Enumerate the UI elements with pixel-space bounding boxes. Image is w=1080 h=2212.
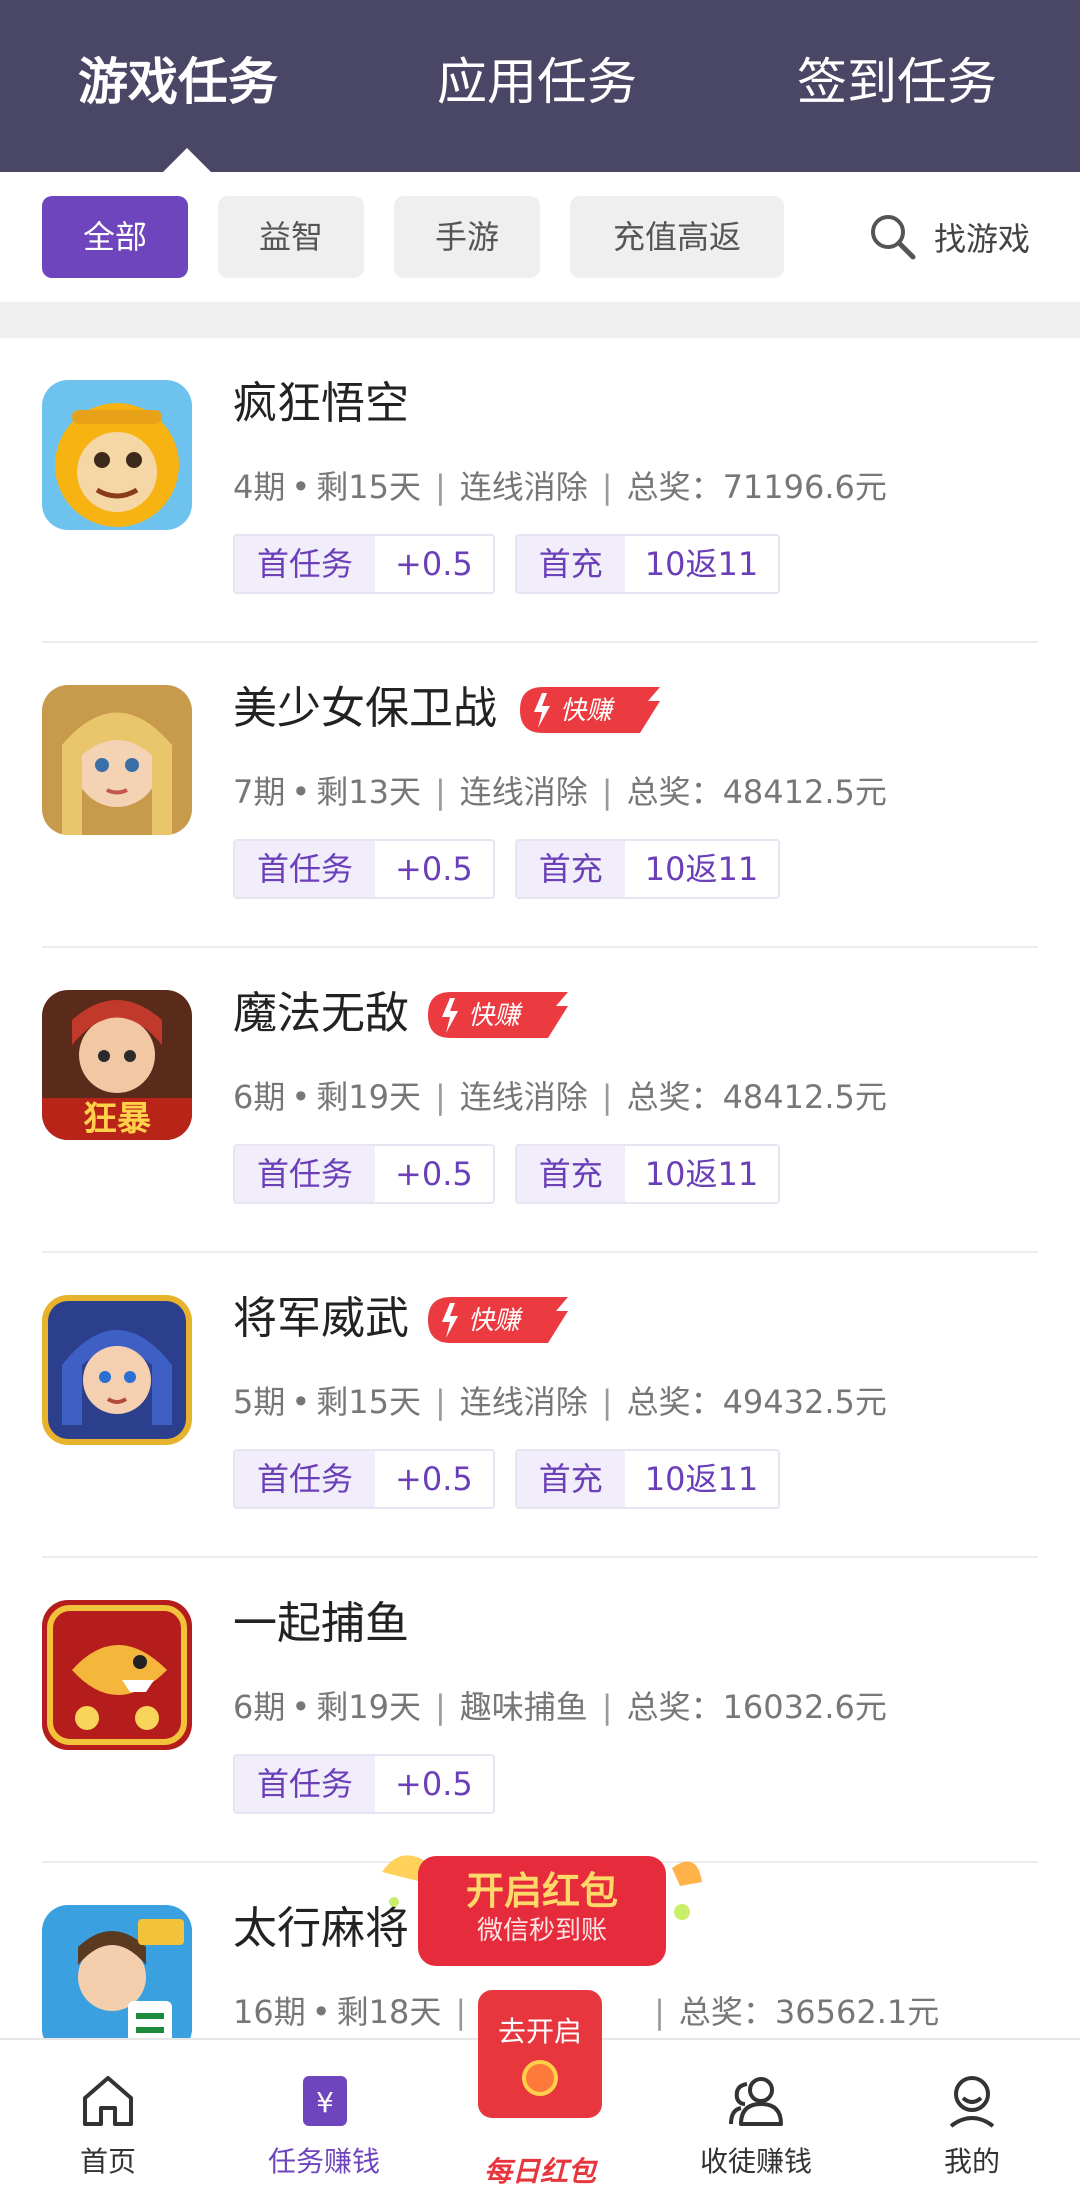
tab-game-tasks[interactable]: 游戏任务 (78, 52, 278, 112)
game-issue: 6期 (233, 1688, 286, 1726)
game-category: 趣味捕鱼 (459, 1688, 588, 1726)
tab-checkin-tasks[interactable]: 签到任务 (797, 52, 997, 112)
top-tab-bar: 游戏任务 应用任务 签到任务 (0, 0, 1080, 172)
reward-tag: 首充 10返11 (514, 534, 781, 594)
game-item[interactable]: 一起捕鱼 6期 • 剩19天 | 趣味捕鱼 | 总奖：16032.6元 首任务 +0.5 (0, 1558, 1080, 1863)
game-icon-monkey (42, 380, 192, 530)
promo-title: 开启红包 (465, 1869, 618, 1913)
reward-tags: 首任务 +0.5 首充 10返11 (233, 1449, 800, 1509)
reward-tags: 首任务 +0.5 (233, 1754, 515, 1814)
svg-text:¥: ¥ (316, 2086, 334, 2119)
fast-earn-badge: 快赚 (520, 687, 660, 733)
find-game-label: 找游戏 (934, 220, 1031, 258)
game-name: 一起捕鱼 (233, 1598, 409, 1649)
reward-tag: 首任务 +0.5 (233, 1449, 495, 1509)
game-total-prize: 总奖：49432.5元 (626, 1383, 887, 1421)
game-icon-girl (42, 685, 192, 835)
daily-red-envelope-button[interactable]: 去开启 每日红包 (440, 1990, 640, 2210)
game-meta: 5期 • 剩15天 | 连线消除 | 总奖：49432.5元 (233, 1383, 887, 1421)
game-remaining: 剩15天 (316, 468, 421, 506)
game-category: 连线消除 (459, 1078, 588, 1116)
game-total-prize: 总奖：48412.5元 (626, 773, 887, 811)
game-category: 连线消除 (459, 773, 588, 811)
daily-red-envelope-label: 每日红包 (483, 2155, 596, 2188)
nav-mine[interactable]: 我的 (892, 2070, 1052, 2180)
nav-invite-label: 收徒赚钱 (699, 2145, 812, 2178)
reward-tags: 首任务 +0.5 首充 10返11 (233, 534, 800, 594)
users-icon (729, 2077, 783, 2126)
user-icon (949, 2076, 995, 2128)
find-game-button[interactable]: 找游戏 (866, 204, 1030, 270)
reward-tag: 首任务 +0.5 (233, 1754, 495, 1814)
nav-tasks-label: 任务赚钱 (267, 2145, 380, 2178)
reward-tag: 首任务 +0.5 (233, 1144, 495, 1204)
game-total-prize: 总奖：36562.1元 (678, 1993, 940, 2031)
svg-text:快赚: 快赚 (468, 1001, 523, 1031)
search-icon (871, 215, 916, 260)
game-remaining: 剩15天 (316, 1383, 421, 1421)
filter-bar: 全部 益智 手游 充值高返 找游戏 (0, 172, 1080, 302)
game-meta: 6期 • 剩19天 | 连线消除 | 总奖：48412.5元 (233, 1078, 887, 1116)
game-category: 连线消除 (459, 1383, 588, 1421)
coin-icon (522, 2060, 558, 2096)
yuan-icon: ¥ (303, 2076, 347, 2126)
nav-home-label: 首页 (79, 2145, 136, 2178)
game-total-prize: 总奖：71196.6元 (626, 468, 887, 506)
svg-text:快赚: 快赚 (560, 696, 615, 726)
reward-tags: 首任务 +0.5 首充 10返11 (233, 1144, 800, 1204)
fast-earn-badge: 快赚 (428, 1297, 568, 1343)
game-item[interactable]: 将军威武 快赚 5期 • 剩15天 | 连线消除 | 总奖：49432.5元 首任务 +0.5… (0, 1253, 1080, 1558)
nav-home[interactable]: 首页 (28, 2070, 188, 2180)
filter-chip-puzzle[interactable]: 益智 (218, 196, 364, 278)
svg-text:狂暴: 狂暴 (83, 1099, 151, 1139)
filter-chip-high-rebate[interactable]: 充值高返 (570, 196, 784, 278)
game-total-prize: 总奖：48412.5元 (626, 1078, 887, 1116)
game-icon-mahjong (42, 1905, 192, 2055)
game-issue: 5期 (233, 1383, 286, 1421)
game-icon-general (42, 1295, 192, 1445)
game-remaining: 剩19天 (316, 1078, 421, 1116)
nav-invite[interactable]: 收徒赚钱 (676, 2070, 836, 2180)
reward-tags: 首任务 +0.5 首充 10返11 (233, 839, 800, 899)
bottom-nav: 首页 ¥ 任务赚钱 去开启 每日红包 收徒赚钱 我的 (0, 1990, 1080, 2212)
filter-chip-mobile[interactable]: 手游 (394, 196, 540, 278)
reward-tag: 首任务 +0.5 (233, 534, 495, 594)
app-page: 游戏任务 应用任务 签到任务 全部 益智 手游 充值高返 找游戏 疯狂悟空 4期… (0, 0, 1080, 2212)
game-item[interactable]: 疯狂悟空 4期 • 剩15天 | 连线消除 | 总奖：71196.6元 首任务 +0.5 首充… (0, 338, 1080, 643)
nav-mine-label: 我的 (943, 2145, 1000, 2178)
reward-tag: 首充 10返11 (514, 839, 781, 899)
game-issue: 7期 (233, 773, 286, 811)
reward-tag: 首充 10返11 (514, 1144, 781, 1204)
game-item[interactable]: 美少女保卫战 快赚 7期 • 剩13天 | 连线消除 | 总奖：48412.5元 首任务 +0… (0, 643, 1080, 948)
game-name: 将军威武 (233, 1293, 409, 1344)
home-icon (83, 2076, 133, 2126)
game-icon-fish (42, 1600, 192, 1750)
game-remaining: 剩13天 (316, 773, 421, 811)
reward-tag: 首充 10返11 (514, 1449, 781, 1509)
open-label: 去开启 (497, 2015, 582, 2048)
reward-tag: 首任务 +0.5 (233, 839, 495, 899)
promo-subtitle: 微信秒到账 (476, 1916, 607, 1946)
game-issue: 16期 (233, 1993, 306, 2031)
game-name: 疯狂悟空 (233, 378, 409, 429)
game-remaining: 剩19天 (316, 1688, 421, 1726)
game-issue: 4期 (233, 468, 286, 506)
game-icon-warrior-girl: 狂暴 (42, 990, 192, 1140)
fast-earn-badge: 快赚 (428, 992, 568, 1038)
filter-chip-all[interactable]: 全部 (42, 196, 188, 278)
game-meta: 4期 • 剩15天 | 连线消除 | 总奖：71196.6元 (233, 468, 887, 506)
active-tab-indicator (163, 148, 211, 172)
game-issue: 6期 (233, 1078, 286, 1116)
nav-tasks[interactable]: ¥ 任务赚钱 (244, 2070, 404, 2180)
game-name: 魔法无敌 (233, 988, 409, 1039)
game-meta: 6期 • 剩19天 | 趣味捕鱼 | 总奖：16032.6元 (233, 1688, 887, 1726)
section-divider (0, 302, 1080, 338)
game-name: 美少女保卫战 (233, 683, 497, 734)
svg-text:快赚: 快赚 (468, 1306, 523, 1336)
tab-app-tasks[interactable]: 应用任务 (437, 52, 637, 112)
game-category: 连线消除 (459, 468, 588, 506)
game-item[interactable]: 狂暴 魔法无敌 快赚 6期 • 剩19天 | 连线消除 | 总奖：48412.5元 首任务 +… (0, 948, 1080, 1253)
game-meta: 7期 • 剩13天 | 连线消除 | 总奖：48412.5元 (233, 773, 887, 811)
game-total-prize: 总奖：16032.6元 (626, 1688, 887, 1726)
